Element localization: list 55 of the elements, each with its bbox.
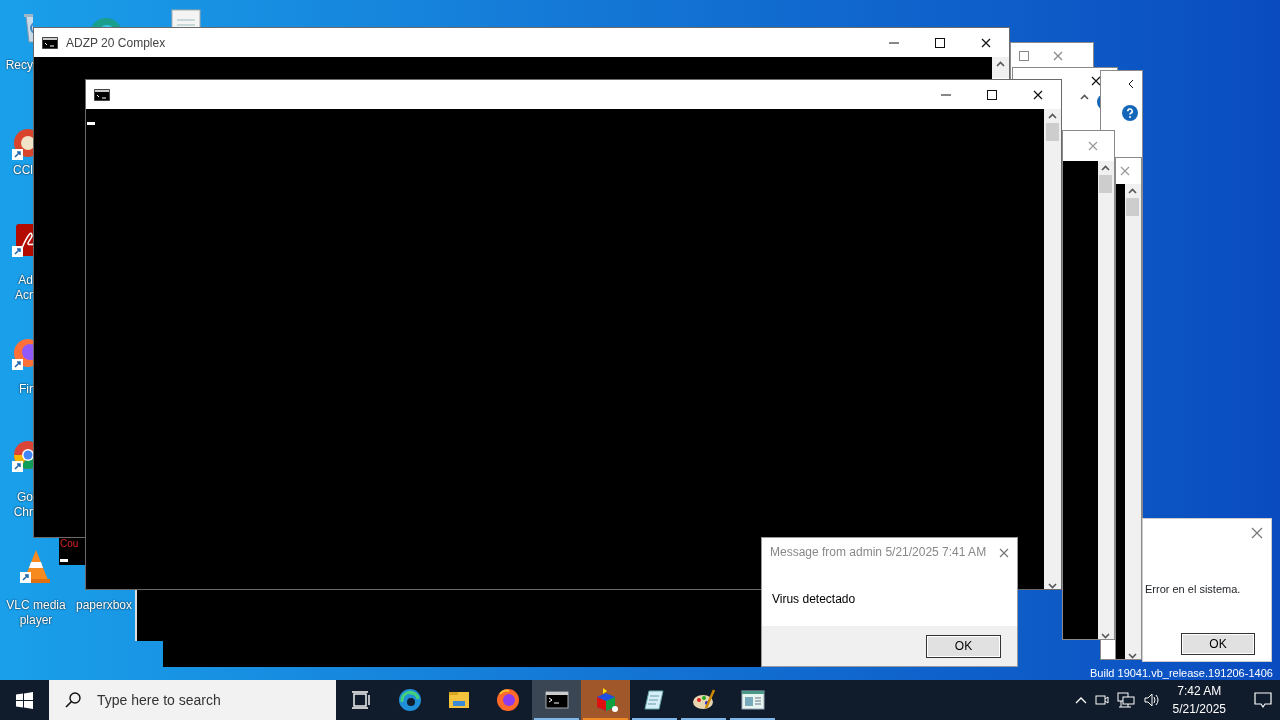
scroll-down-icon[interactable] [1128, 653, 1138, 659]
help-icon [1122, 105, 1138, 121]
message-text: Virus detectado [771, 591, 857, 608]
ok-button[interactable]: OK [1181, 633, 1255, 655]
icon-label[interactable]: paperxbox [76, 598, 136, 613]
icon-label[interactable]: Go Chr [2, 490, 33, 520]
console-cursor [60, 559, 68, 562]
search-field[interactable]: Type here to search [49, 680, 336, 720]
network-icon[interactable] [1116, 692, 1135, 708]
palette-icon [691, 688, 716, 712]
close-icon[interactable] [1091, 76, 1101, 86]
icon-label[interactable]: Recy [2, 58, 33, 73]
chevron-up-icon[interactable] [1074, 696, 1087, 704]
dialog-title: Message from admin 5/21/2025 7:41 AM [770, 544, 988, 561]
clock[interactable]: 7:42 AM 5/21/2025 [1168, 682, 1230, 718]
window-title: ADZP 20 Complex [66, 34, 167, 52]
icon-label[interactable]: Ad Acr [2, 273, 33, 303]
camera-icon[interactable] [1094, 692, 1109, 708]
scroll-up-icon[interactable] [1048, 113, 1057, 119]
ok-button[interactable]: OK [926, 634, 1001, 658]
icon-label[interactable]: Fir [2, 382, 33, 397]
close-icon[interactable] [1033, 89, 1043, 100]
firefox-icon [495, 688, 520, 712]
console-text: Cou [60, 538, 79, 549]
scroll-up-icon[interactable] [1128, 188, 1138, 194]
notification-icon[interactable] [1254, 691, 1272, 710]
console-icon [544, 688, 569, 712]
edge-browser-icon [397, 688, 422, 712]
console-icon [42, 36, 58, 49]
windows-logo-icon [16, 691, 33, 709]
search-icon [65, 692, 81, 708]
scroll-up-icon[interactable] [1101, 165, 1111, 171]
scroll-down-icon[interactable] [1101, 633, 1111, 639]
close-icon[interactable] [981, 37, 991, 48]
scrollbar-thumb[interactable] [1046, 123, 1059, 141]
console-icon [94, 88, 110, 101]
close-button[interactable] [999, 547, 1009, 558]
error-text: Error en el sistema. [1144, 582, 1242, 597]
scrollbar-thumb[interactable] [1126, 198, 1140, 216]
scroll-up-icon[interactable] [1080, 94, 1089, 100]
notepad-icon [642, 688, 667, 712]
task-view-icon [350, 690, 371, 710]
taskbar-button[interactable] [532, 680, 581, 720]
scroll-up-icon[interactable] [996, 61, 1005, 67]
build-text: Build 19041.vb_release.191206-1406 [1090, 666, 1273, 680]
icon-label[interactable]: VLC media player [2, 598, 70, 628]
maximize-icon[interactable] [935, 37, 945, 48]
scroll-down-icon[interactable] [1048, 583, 1057, 589]
volume-icon[interactable] [1142, 692, 1161, 708]
icon-label[interactable]: CCl [2, 163, 33, 178]
pdf-reader-icon[interactable] [10, 222, 33, 258]
close-button[interactable] [1251, 527, 1263, 539]
app-window-icon [740, 688, 765, 712]
maximize-icon[interactable] [987, 89, 997, 100]
scrollbar-thumb[interactable] [1099, 175, 1113, 193]
